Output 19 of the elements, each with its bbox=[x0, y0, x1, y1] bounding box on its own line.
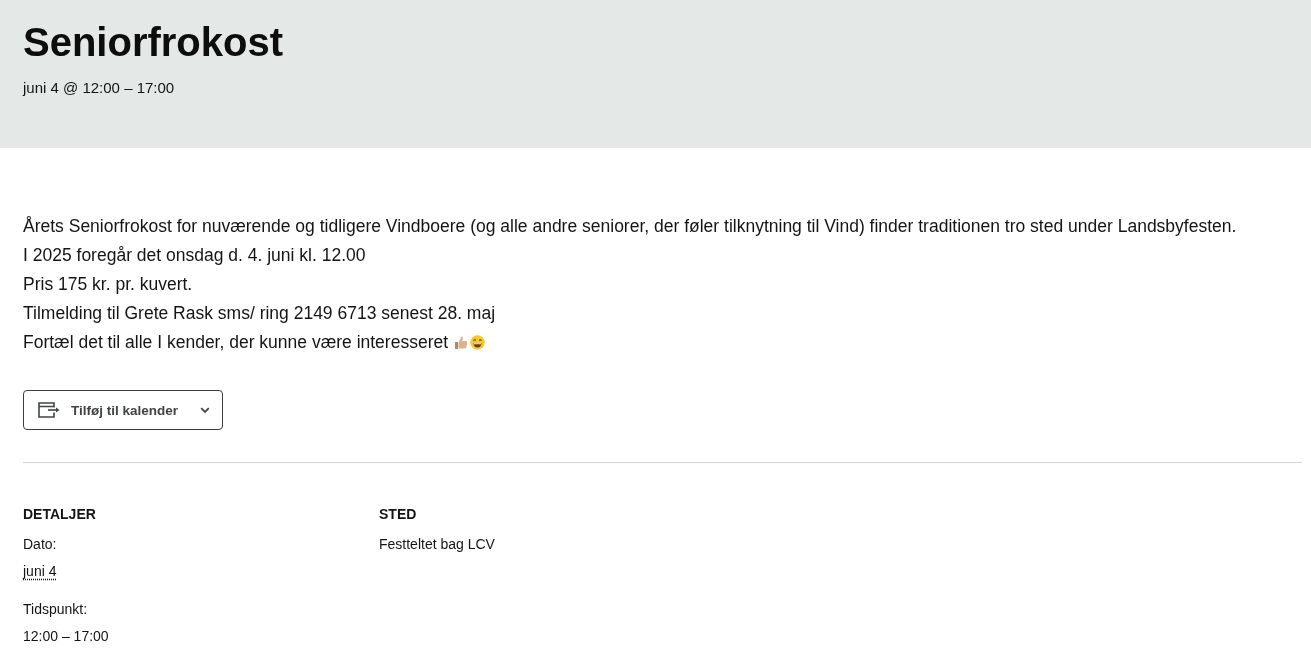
grinning-face-icon bbox=[470, 335, 486, 350]
event-title: Seniorfrokost bbox=[23, 19, 284, 66]
description-line: I 2025 foregår det onsdag d. 4. juni kl. 12.00 bbox=[23, 244, 366, 267]
detail-label: Tidspunkt: bbox=[23, 601, 88, 617]
thumbs-up-icon bbox=[454, 335, 469, 350]
add-to-calendar-button[interactable]: Tilføj til kalender bbox=[23, 390, 223, 430]
time-value: 12:00 – 17:00 bbox=[23, 628, 109, 644]
description-line: Årets Seniorfrokost for nuværende og tidligere Vindboere (og alle andre seniorer, der føler tilknytning til Vind) finder traditionen tro sted under Landsbyfesten. bbox=[23, 215, 1237, 238]
venue-heading: STED bbox=[379, 505, 417, 524]
detail-label: Dato: bbox=[23, 536, 57, 552]
description-line: Tilmelding til Grete Rask sms/ ring 2149 6713 senest 28. maj bbox=[23, 302, 496, 325]
calendar-export-icon bbox=[38, 402, 60, 418]
chevron-down-icon bbox=[200, 406, 210, 414]
description-line: Fortæl det til alle I kender, der kunne være interesseret bbox=[23, 331, 449, 354]
description-line: Pris 175 kr. pr. kuvert. bbox=[23, 273, 193, 296]
date-value: juni 4 bbox=[23, 563, 57, 579]
details-heading: DETALJER bbox=[23, 505, 96, 524]
venue-name: Festteltet bag LCV bbox=[379, 536, 495, 552]
event-datetime: juni 4 @ 12:00 – 17:00 bbox=[23, 78, 175, 98]
